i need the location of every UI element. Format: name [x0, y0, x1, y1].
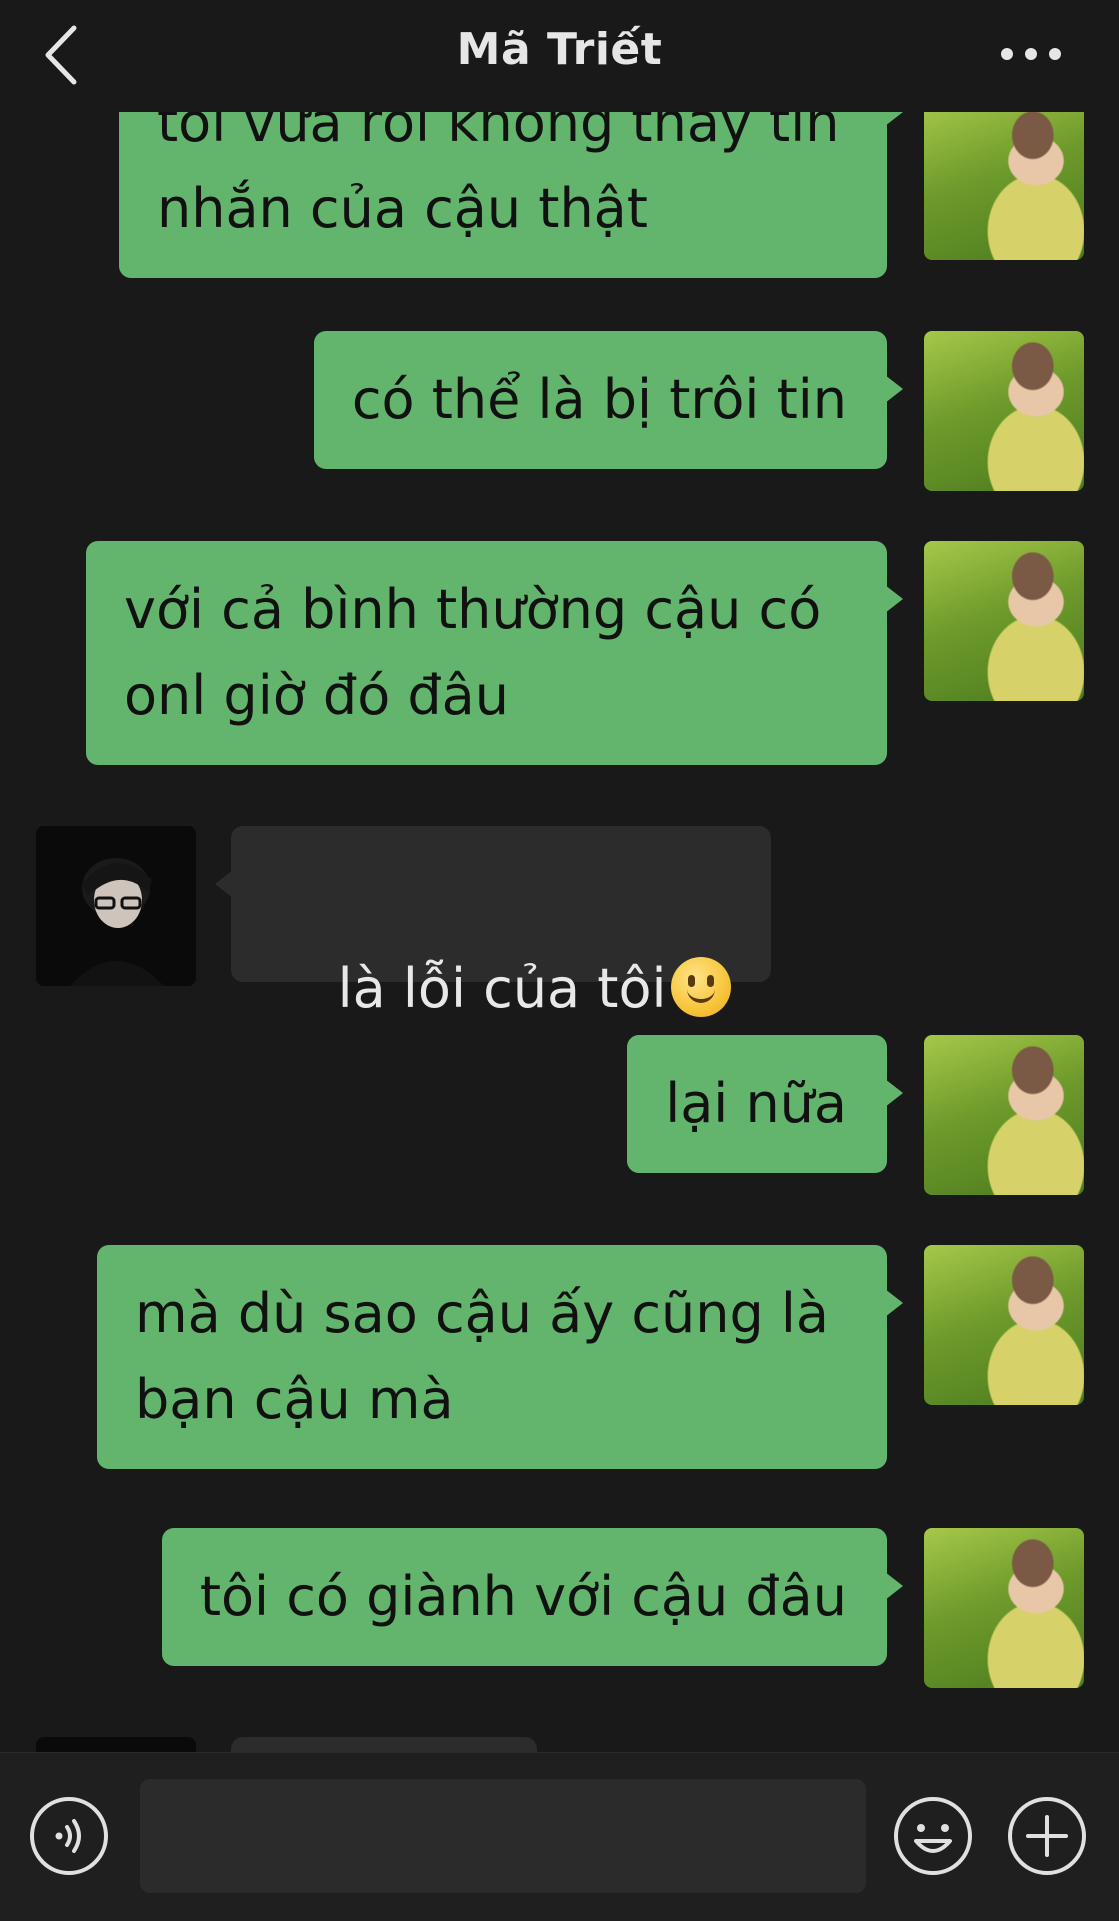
input-bar: [0, 1752, 1119, 1921]
voice-button[interactable]: [28, 1795, 110, 1877]
chat-title: Mã Triết: [456, 24, 663, 75]
message-bubble-sent[interactable]: mà dù sao cậu ấy cũng là bạn cậu mà: [97, 1245, 903, 1469]
my-avatar[interactable]: [924, 112, 1084, 260]
my-avatar[interactable]: [924, 1245, 1084, 1405]
my-avatar[interactable]: [924, 1528, 1084, 1688]
contact-avatar[interactable]: [36, 1737, 196, 1752]
message-bubble-received[interactable]: là lỗi của tôi: [215, 826, 771, 1020]
emoji-button[interactable]: [892, 1795, 974, 1877]
message-text: là lỗi của tôi: [337, 957, 667, 1020]
chat-header: Mã Triết: [0, 0, 1119, 112]
message-bubble-sent[interactable]: có thể là bị trôi tin: [313, 331, 904, 469]
more-dots-icon: [1001, 48, 1061, 60]
more-button[interactable]: [995, 34, 1067, 74]
my-avatar[interactable]: [924, 541, 1084, 701]
message-bubble-sent[interactable]: lại nữa: [627, 1035, 903, 1173]
voice-icon: [30, 1797, 108, 1875]
message-bubble-sent[interactable]: tôi vừa rồi không thấy tin nhắn của cậu …: [119, 112, 903, 278]
chat-area[interactable]: tôi vừa rồi không thấy tin nhắn của cậu …: [0, 112, 1119, 1752]
message-bubble-sent[interactable]: tôi có giành với cậu đâu: [161, 1528, 904, 1666]
message-bubble-sent[interactable]: với cả bình thường cậu có onl giờ đó đâu: [86, 541, 903, 765]
contact-avatar[interactable]: [36, 826, 196, 986]
plus-icon: [1008, 1797, 1086, 1875]
emoji-icon: [894, 1797, 972, 1875]
message-bubble-received[interactable]: [231, 1737, 537, 1752]
my-avatar[interactable]: [924, 1035, 1084, 1195]
contact-avatar-photo: [36, 826, 196, 986]
my-avatar[interactable]: [924, 331, 1084, 491]
slightly-smiling-face-icon: [670, 957, 731, 1017]
plus-button[interactable]: [1006, 1795, 1088, 1877]
message-input[interactable]: [140, 1779, 866, 1893]
